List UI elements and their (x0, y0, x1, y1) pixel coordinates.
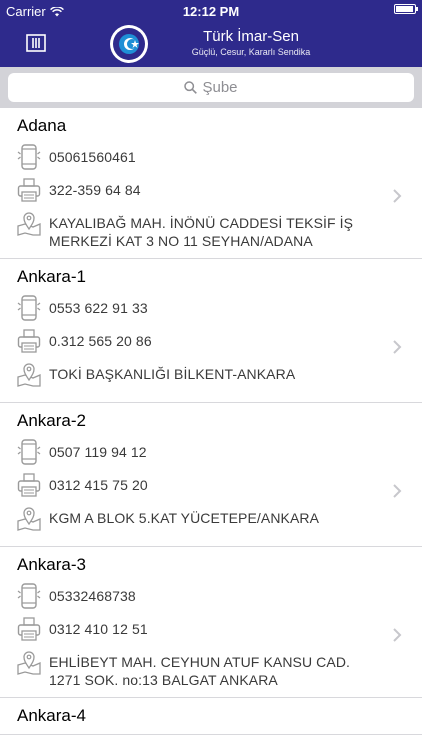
branch-name: Ankara-1 (17, 267, 86, 286)
fax-row: 322-359 64 84 (17, 177, 422, 210)
fax-number: 0312 410 12 51 (49, 621, 148, 637)
nav-bar: Türk İmar-Sen Güçlü, Cesur, Kararlı Send… (0, 22, 422, 67)
branch-item[interactable]: Ankara-2 0507 119 94 12 0312 415 75 20 KGM … (0, 403, 422, 547)
battery-area (394, 4, 418, 14)
search-bar: Şube (0, 67, 422, 108)
phone-row: 0507 119 94 12 (17, 439, 422, 472)
fax-icon (17, 329, 41, 353)
phone-row: 0553 622 91 33 (17, 295, 422, 328)
phone-icon (17, 583, 41, 609)
fax-icon (17, 178, 41, 202)
branch-name: Ankara-2 (17, 411, 86, 430)
map-pin-icon (17, 363, 41, 387)
map-pin-icon (17, 507, 41, 531)
map-pin-icon (17, 651, 41, 675)
status-bar: Carrier 12:12 PM (0, 0, 422, 22)
phone-icon (17, 144, 41, 170)
fax-row: 0.312 565 20 86 (17, 328, 422, 361)
search-input[interactable]: Şube (8, 73, 414, 102)
address-text: TOKİ BAŞKANLIĞI BİLKENT-ANKARA (49, 366, 296, 382)
address-row: TOKİ BAŞKANLIĞI BİLKENT-ANKARA (17, 361, 422, 402)
fax-number: 0.312 565 20 86 (49, 333, 152, 349)
fax-icon (17, 617, 41, 641)
branch-name: Adana (17, 116, 67, 135)
phone-number: 05332468738 (49, 588, 136, 604)
header-titles: Türk İmar-Sen Güçlü, Cesur, Kararlı Send… (0, 28, 422, 57)
chevron-right-icon (393, 628, 402, 642)
phone-icon (17, 439, 41, 465)
fax-number: 0312 415 75 20 (49, 477, 148, 493)
branch-item[interactable]: Ankara-4 (0, 698, 422, 735)
branch-item[interactable]: Ankara-3 05332468738 0312 410 12 51 EHLİBEY… (0, 547, 422, 698)
battery-icon (394, 4, 418, 14)
map-pin-icon (17, 212, 41, 236)
branch-name: Ankara-3 (17, 555, 86, 574)
phone-number: 0553 622 91 33 (49, 300, 148, 316)
address-text: KGM A BLOK 5.KAT YÜCETEPE/ANKARA (49, 510, 320, 526)
branch-list: Adana 05061560461 322-359 64 84 KAYALIBAĞ M… (0, 108, 422, 735)
search-icon (184, 81, 198, 94)
chevron-right-icon (393, 340, 402, 354)
fax-icon (17, 473, 41, 497)
battery-fill (396, 6, 414, 12)
branch-item[interactable]: Ankara-1 0553 622 91 33 0.312 565 20 86 TOK… (0, 259, 422, 403)
app-title: Türk İmar-Sen (203, 28, 299, 45)
branch-name: Ankara-4 (17, 706, 86, 725)
phone-row: 05332468738 (17, 583, 422, 616)
address-row: KGM A BLOK 5.KAT YÜCETEPE/ANKARA (17, 505, 422, 546)
fax-row: 0312 410 12 51 (17, 616, 422, 649)
branch-item[interactable]: Adana 05061560461 322-359 64 84 KAYALIBAĞ M… (0, 108, 422, 259)
search-placeholder: Şube (202, 79, 238, 96)
address-text: KAYALIBAĞ MAH. İNÖNÜ CADDESİ TEKSİF İŞ M… (49, 215, 354, 249)
status-time: 12:12 PM (182, 4, 240, 19)
address-text: EHLİBEYT MAH. CEYHUN ATUF KANSU CAD. 127… (49, 654, 351, 688)
chevron-right-icon (393, 189, 402, 203)
phone-icon (17, 295, 41, 321)
phone-number: 0507 119 94 12 (49, 444, 147, 460)
chevron-right-icon (393, 484, 402, 498)
fax-row: 0312 415 75 20 (17, 472, 422, 505)
address-row: KAYALIBAĞ MAH. İNÖNÜ CADDESİ TEKSİF İŞ M… (17, 210, 422, 258)
phone-row: 05061560461 (17, 144, 422, 177)
fax-number: 322-359 64 84 (49, 182, 141, 198)
address-row: EHLİBEYT MAH. CEYHUN ATUF KANSU CAD. 127… (17, 649, 422, 697)
phone-number: 05061560461 (49, 149, 136, 165)
app-subtitle: Güçlü, Cesur, Kararlı Sendika (191, 47, 311, 57)
